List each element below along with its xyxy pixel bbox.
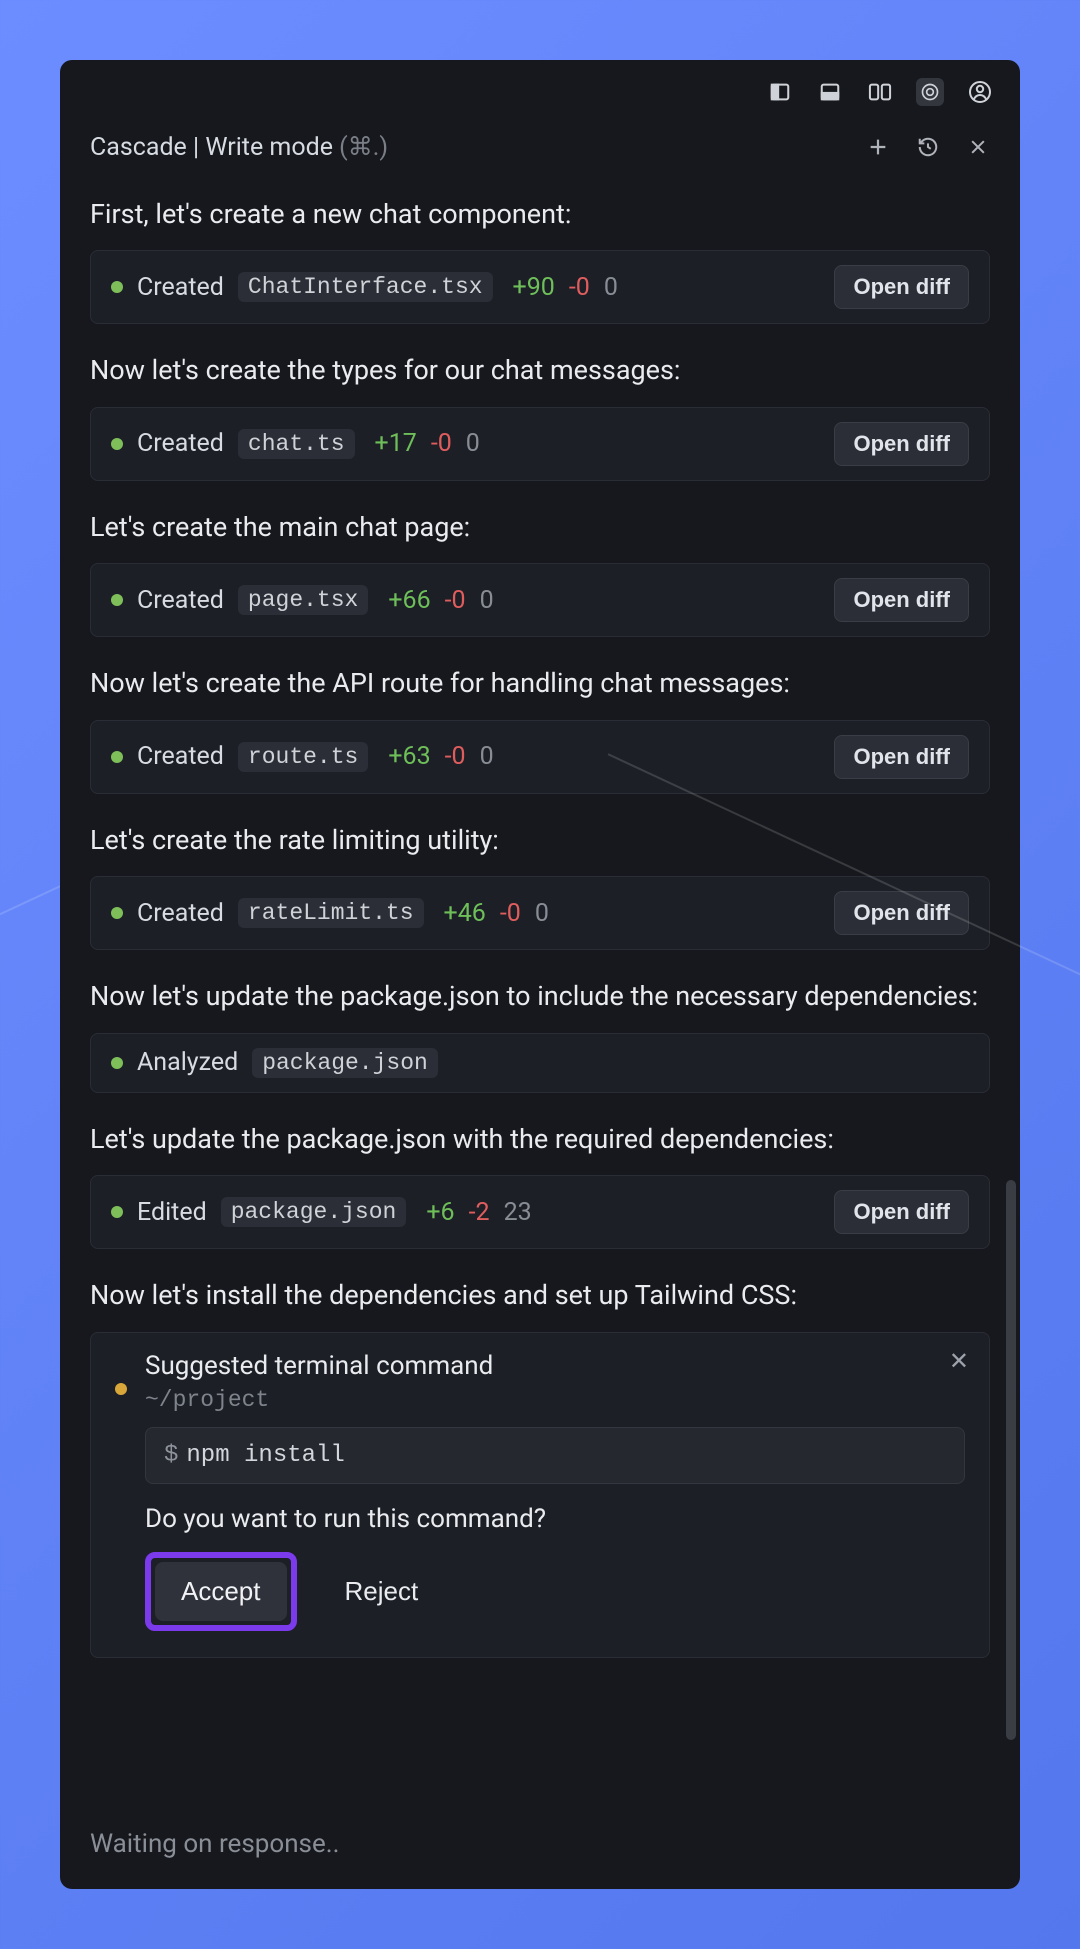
action-label: Created [137,742,224,771]
title-shortcut: (⌘.) [339,133,388,162]
account-icon[interactable] [966,78,994,106]
diff-deletions: -0 [500,899,521,928]
file-chip[interactable]: package.json [221,1197,407,1227]
open-diff-button[interactable]: Open diff [834,578,969,622]
diff-additions: +17 [375,429,417,458]
diff-deletions: -0 [431,429,452,458]
terminal-command[interactable]: $ npm install [145,1427,965,1484]
diff-neutral: 0 [480,742,494,771]
panel-bottom-icon[interactable] [816,78,844,106]
assistant-text: First, let's create a new chat component… [90,196,990,232]
assistant-text: Now let's update the package.json to inc… [90,978,990,1014]
plus-icon[interactable] [866,135,890,159]
accept-button[interactable]: Accept [155,1562,287,1621]
action-label: Edited [137,1198,207,1227]
file-chip[interactable]: route.ts [238,742,368,772]
assistant-text: Let's update the package.json with the r… [90,1121,990,1157]
diff-additions: +90 [513,273,555,302]
close-icon[interactable]: ✕ [949,1349,969,1373]
windsurf-logo-icon[interactable] [916,78,944,106]
diff-deletions: -0 [445,742,466,771]
panel-header: Cascade | Write mode (⌘.) [60,114,1020,168]
close-icon[interactable] [966,135,990,159]
scrollbar-thumb[interactable] [1006,1180,1016,1740]
file-change-card: Created route.ts +63 -0 0 Open diff [90,720,990,794]
assistant-text: Let's create the rate limiting utility: [90,822,990,858]
file-chip[interactable]: page.tsx [238,585,368,615]
reject-button[interactable]: Reject [319,1552,445,1631]
status-dot-icon [111,751,123,763]
diff-additions: +6 [426,1198,454,1227]
status-dot-pending-icon [115,1383,127,1395]
file-change-card: Created rateLimit.ts +46 -0 0 Open diff [90,876,990,950]
action-label: Analyzed [137,1048,238,1077]
diff-neutral: 0 [466,429,480,458]
command-text: npm install [186,1442,344,1469]
accept-highlight-box: Accept [145,1552,297,1631]
terminal-suggestion-card: ✕ Suggested terminal command ~/project $… [90,1332,990,1658]
terminal-question: Do you want to run this command? [145,1504,965,1534]
diff-deletions: -2 [469,1198,490,1227]
prompt-symbol: $ [164,1442,178,1469]
cascade-panel: Cascade | Write mode (⌘.) First, let's c… [60,60,1020,1889]
open-diff-button[interactable]: Open diff [834,265,969,309]
assistant-text: Now let's create the types for our chat … [90,352,990,388]
open-diff-button[interactable]: Open diff [834,1190,969,1234]
panel-title: Cascade | Write mode (⌘.) [90,132,388,162]
file-chip[interactable]: ChatInterface.tsx [238,272,493,302]
open-diff-button[interactable]: Open diff [834,422,969,466]
diff-deletions: -0 [569,273,590,302]
action-label: Created [137,586,224,615]
diff-neutral: 0 [604,273,618,302]
diff-additions: +46 [444,899,486,928]
assistant-text: Now let's install the dependencies and s… [90,1277,990,1313]
file-chip[interactable]: chat.ts [238,429,355,459]
status-dot-icon [111,594,123,606]
file-change-card: Created page.tsx +66 -0 0 Open diff [90,563,990,637]
status-footer: Waiting on response.. [60,1805,1020,1889]
diff-additions: +63 [388,742,430,771]
top-toolbar [60,60,1020,114]
diff-neutral: 0 [535,899,549,928]
status-dot-icon [111,438,123,450]
panel-split-icon[interactable] [866,78,894,106]
file-chip[interactable]: package.json [252,1048,438,1078]
panel-left-icon[interactable] [766,78,794,106]
status-dot-icon [111,1206,123,1218]
terminal-title: Suggested terminal command [145,1351,965,1381]
open-diff-button[interactable]: Open diff [834,735,969,779]
diff-deletions: -0 [445,586,466,615]
file-chip[interactable]: rateLimit.ts [238,898,424,928]
action-label: Created [137,273,224,302]
file-change-card: Created ChatInterface.tsx +90 -0 0 Open … [90,250,990,324]
file-change-card: Edited package.json +6 -2 23 Open diff [90,1175,990,1249]
status-dot-icon [111,281,123,293]
history-icon[interactable] [916,135,940,159]
terminal-path: ~/project [145,1387,965,1413]
action-label: Created [137,899,224,928]
file-change-card: Analyzed package.json [90,1033,990,1093]
open-diff-button[interactable]: Open diff [834,891,969,935]
title-text: Cascade | Write mode [90,133,333,162]
diff-additions: +66 [388,586,430,615]
assistant-text: Now let's create the API route for handl… [90,665,990,701]
status-dot-icon [111,1057,123,1069]
diff-neutral: 0 [480,586,494,615]
chat-content: First, let's create a new chat component… [60,168,1020,1805]
action-label: Created [137,429,224,458]
diff-neutral: 23 [504,1198,532,1227]
file-change-card: Created chat.ts +17 -0 0 Open diff [90,407,990,481]
status-dot-icon [111,907,123,919]
assistant-text: Let's create the main chat page: [90,509,990,545]
